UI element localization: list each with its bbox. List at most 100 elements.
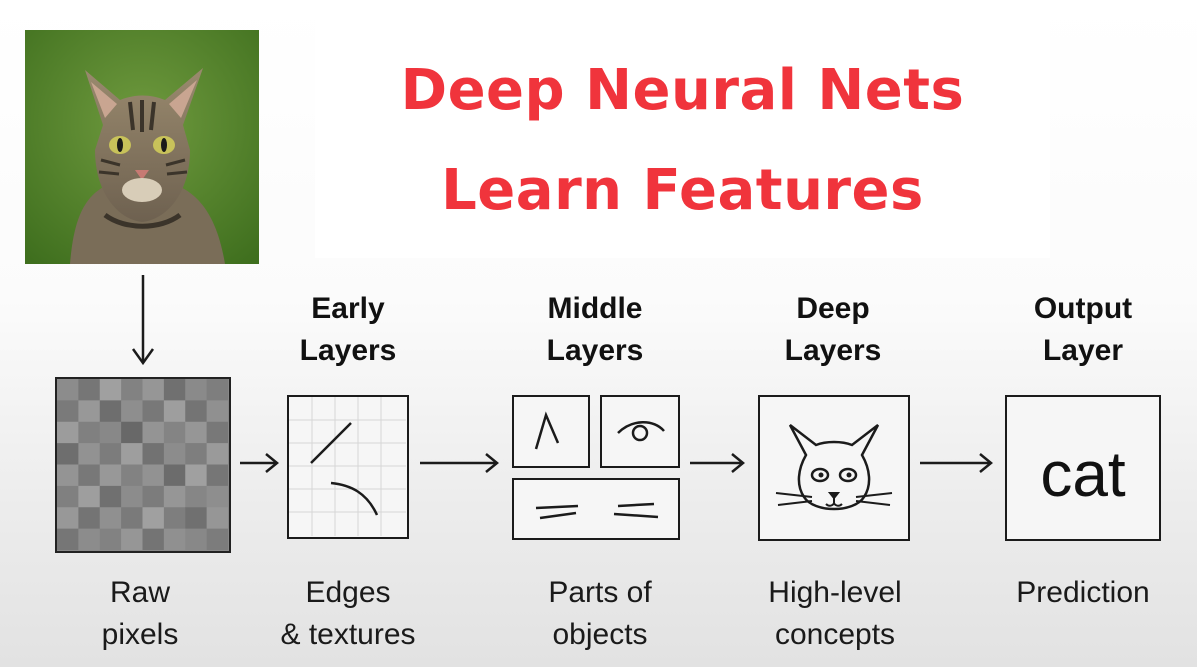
pixel-cell [206, 528, 228, 550]
pixel-cell [57, 485, 79, 508]
pixel-cell [142, 507, 165, 530]
pixel-cell [57, 528, 79, 550]
title-line-2: Learn Features [441, 158, 924, 223]
pixel-cell [163, 528, 186, 550]
pixel-cell [185, 379, 208, 401]
pixel-cell [206, 464, 228, 487]
pixel-cell [163, 464, 186, 487]
pixel-cell [121, 485, 143, 508]
pixel-cell [78, 485, 101, 508]
caption-line: objects [552, 618, 648, 651]
pixel-cell [99, 379, 122, 401]
pixel-cell [99, 485, 122, 508]
heading-line: Middle [547, 292, 643, 325]
heading-line: Early [311, 292, 385, 325]
heading-line: Layers [546, 334, 644, 367]
pixel-cell [121, 379, 143, 401]
raw-pixels-caption: Raw pixels [60, 572, 220, 656]
heading-line: Layer [1042, 334, 1124, 367]
caption-line: pixels [101, 618, 179, 651]
pixel-cell [142, 421, 165, 444]
pixel-cell [99, 507, 122, 530]
pixel-cell [57, 379, 79, 401]
pixel-cell [206, 507, 228, 530]
pixel-cell [163, 400, 186, 423]
prediction-caption: Prediction [990, 572, 1176, 614]
pixel-cell [121, 443, 143, 465]
pixel-cell [78, 443, 101, 465]
caption-line: & textures [280, 618, 416, 651]
edges-icon [287, 395, 409, 539]
arrow-right-icon [920, 453, 993, 473]
pixel-cell [57, 421, 79, 444]
caption-line: Edges [305, 576, 391, 609]
pixel-cell [57, 443, 79, 465]
pixel-cell [142, 485, 165, 508]
pixel-cell [99, 400, 122, 423]
pixel-cell [121, 528, 143, 550]
pixel-cell [57, 464, 79, 487]
pixel-cell [57, 400, 79, 423]
heading-line: Layers [299, 334, 397, 367]
title-panel: Deep Neural Nets Learn Features [315, 18, 1050, 258]
early-layers-heading: Early Layers [268, 288, 428, 372]
parts-icon [512, 395, 680, 541]
pixel-cell [78, 507, 101, 530]
output-box: cat [1005, 395, 1161, 541]
part-box [512, 395, 590, 468]
concepts-caption: High-level concepts [740, 572, 930, 656]
pixel-cell [78, 528, 101, 550]
pixel-grid-icon [55, 377, 231, 553]
pixel-cell [206, 443, 228, 465]
pixel-cell [185, 507, 208, 530]
arrow-right-icon [420, 453, 499, 473]
pixel-cell [142, 464, 165, 487]
pixel-cell [121, 421, 143, 444]
pixel-cell [185, 421, 208, 444]
heading-line: Output [1033, 292, 1133, 325]
caption-line: concepts [774, 618, 896, 651]
caption-line: Prediction [1016, 576, 1150, 609]
pixel-cell [57, 507, 79, 530]
pixel-cell [185, 443, 208, 465]
output-layer-heading: Output Layer [1003, 288, 1163, 372]
pixel-cell [78, 379, 101, 401]
pixel-cell [206, 485, 228, 508]
heading-line: Layers [784, 334, 882, 367]
pixel-cell [121, 507, 143, 530]
cat-photo [25, 30, 259, 264]
pixel-cell [163, 379, 186, 401]
pixel-cell [142, 379, 165, 401]
pixel-cell [99, 443, 122, 465]
pixel-cell [185, 400, 208, 423]
pixel-cell [142, 400, 165, 423]
pixel-cell [163, 507, 186, 530]
pixel-cell [185, 528, 208, 550]
pixel-cell [99, 464, 122, 487]
pixel-cell [206, 379, 228, 401]
pixel-cell [163, 443, 186, 465]
pixel-cell [121, 464, 143, 487]
down-arrow-icon [131, 275, 155, 366]
deep-layers-heading: Deep Layers [753, 288, 913, 372]
pixel-cell [206, 421, 228, 444]
middle-layers-heading: Middle Layers [515, 288, 675, 372]
caption-line: Parts of [548, 576, 652, 609]
eye-part-box [600, 395, 680, 468]
pixel-cell [99, 421, 122, 444]
cat-face-icon [758, 395, 910, 541]
parts-caption: Parts of objects [510, 572, 690, 656]
pixel-cell [142, 443, 165, 465]
pixel-cell [206, 400, 228, 423]
title-line-1: Deep Neural Nets [400, 58, 965, 123]
pixel-cell [78, 421, 101, 444]
caption-line: Raw [109, 576, 170, 609]
caption-line: High-level [768, 576, 902, 609]
output-label: cat [1040, 438, 1126, 510]
pixel-cell [163, 421, 186, 444]
arrow-right-icon [240, 453, 279, 473]
pixel-cell [78, 400, 101, 423]
pixel-cell [163, 485, 186, 508]
pixel-cell [185, 464, 208, 487]
pixel-cell [99, 528, 122, 550]
